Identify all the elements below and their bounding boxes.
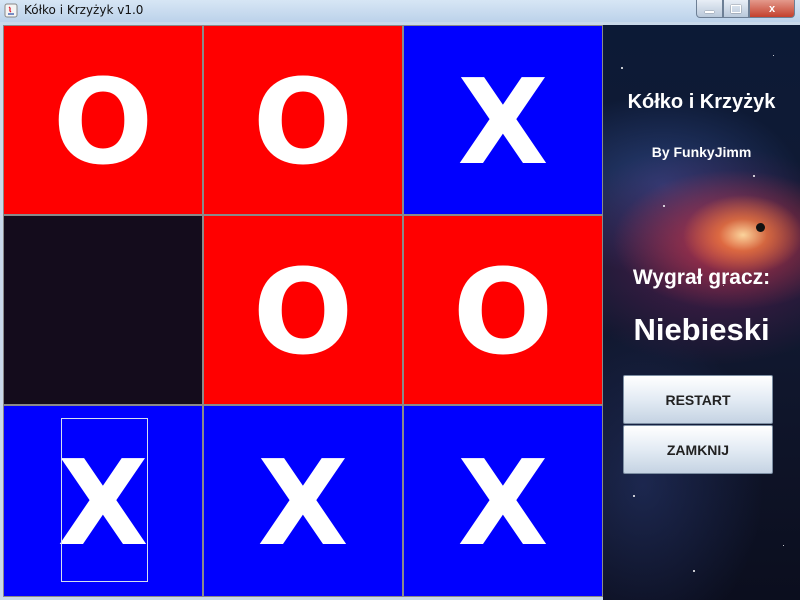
winner-name: Niebieski (633, 312, 770, 347)
maximize-icon (731, 4, 741, 13)
star (783, 545, 784, 546)
board-cell-7[interactable]: X (3, 405, 203, 597)
cell-mark: X (457, 434, 549, 572)
planet-icon (756, 223, 765, 232)
star (693, 570, 695, 572)
board-cell-3[interactable]: X (403, 25, 603, 215)
author-credit: By FunkyJimm (651, 144, 752, 160)
cell-mark: O (52, 53, 154, 191)
star (773, 55, 774, 56)
game-window: O O X O O X X X Kółko i Krzyżyk By Funky… (0, 22, 800, 600)
cell-mark: O (452, 243, 554, 381)
star (663, 205, 665, 207)
board-cell-6[interactable]: O (403, 215, 603, 405)
cell-mark: O (252, 53, 354, 191)
side-panel: Kółko i Krzyżyk By FunkyJimm Wygrał grac… (603, 25, 800, 600)
cell-mark: X (457, 53, 549, 191)
cell-mark: X (257, 434, 349, 572)
maximize-button[interactable] (723, 0, 749, 18)
minimize-button[interactable] (696, 0, 723, 18)
focus-ring (61, 418, 148, 582)
java-app-icon (4, 3, 18, 18)
cell-mark: O (252, 243, 354, 381)
minimize-icon (705, 10, 714, 13)
window-title: Kółko i Krzyżyk v1.0 (24, 3, 144, 17)
game-title: Kółko i Krzyżyk (627, 91, 776, 113)
close-button[interactable]: ZAMKNIJ (623, 425, 773, 474)
board-cell-5[interactable]: O (203, 215, 403, 405)
winner-label: Wygrał gracz: (632, 266, 771, 289)
star (621, 67, 623, 69)
close-icon: x (768, 2, 776, 15)
board-cell-8[interactable]: X (203, 405, 403, 597)
window-titlebar[interactable]: Kółko i Krzyżyk v1.0 x (0, 0, 800, 23)
board-cell-9[interactable]: X (403, 405, 603, 597)
star (753, 175, 755, 177)
game-board: O O X O O X X X (3, 25, 603, 597)
board-cell-4[interactable] (3, 215, 203, 405)
star (633, 495, 635, 497)
close-window-button[interactable]: x (749, 0, 795, 18)
board-cell-2[interactable]: O (203, 25, 403, 215)
board-cell-1[interactable]: O (3, 25, 203, 215)
restart-button[interactable]: RESTART (623, 375, 773, 424)
